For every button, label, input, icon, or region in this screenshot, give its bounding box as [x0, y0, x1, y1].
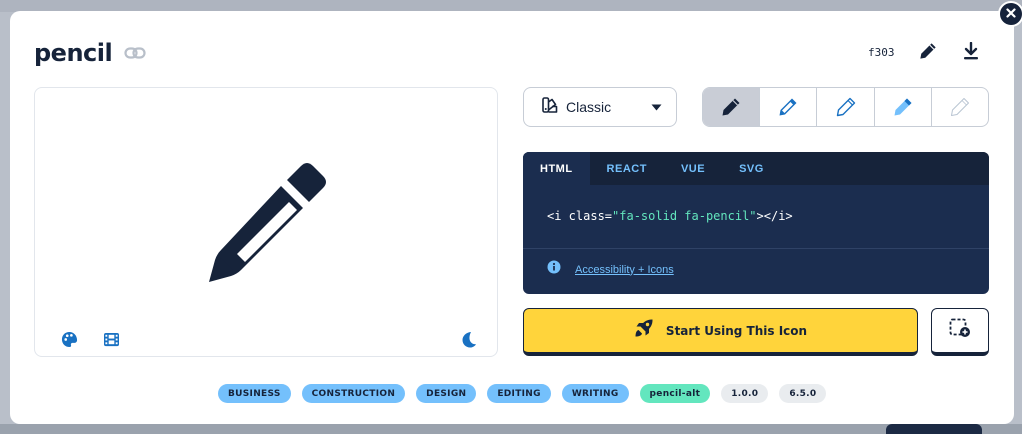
swatchbook-icon [542, 96, 558, 118]
style-variant-toggle [702, 87, 989, 127]
rocket-icon [634, 318, 654, 343]
tab-vue[interactable]: VUE [664, 152, 722, 185]
tab-react[interactable]: REACT [590, 152, 664, 185]
category-tag[interactable]: BUSINESS [218, 384, 291, 403]
background-page-footer [0, 424, 1022, 434]
tab-svg[interactable]: SVG [722, 152, 781, 185]
pencil-edit-icon[interactable] [918, 41, 938, 61]
alias-tag[interactable]: pencil-alt [639, 384, 711, 403]
start-using-button[interactable]: Start Using This Icon [523, 308, 918, 356]
title-row: pencil [34, 39, 148, 67]
version-tag: 1.0.0 [721, 384, 769, 403]
accessibility-row: Accessibility + Icons [547, 260, 674, 279]
code-tag-close: ></i> [756, 209, 793, 223]
link-icon[interactable] [124, 41, 148, 65]
style-dropdown[interactable]: Classic [523, 87, 677, 127]
code-divider [523, 248, 989, 249]
unicode-value[interactable]: f303 [868, 46, 895, 59]
code-class-string: "fa-solid fa-pencil" [612, 209, 757, 223]
close-icon [1006, 5, 1016, 23]
code-snippet[interactable]: <i class="fa-solid fa-pencil"></i> [547, 209, 793, 223]
add-to-kit-icon [949, 318, 971, 343]
code-snippet-panel: HTML REACT VUE SVG <i class="fa-solid fa… [523, 152, 989, 294]
variant-regular[interactable] [760, 88, 818, 126]
download-icon[interactable] [961, 41, 981, 61]
variant-duotone[interactable] [875, 88, 932, 126]
variant-solid[interactable] [703, 88, 761, 126]
category-tag[interactable]: WRITING [561, 384, 629, 403]
code-tabs: HTML REACT VUE SVG [523, 152, 989, 185]
code-tag-open: <i class= [547, 209, 613, 223]
style-dropdown-label: Classic [566, 99, 612, 115]
caret-down-icon [651, 98, 662, 116]
tab-html[interactable]: HTML [523, 152, 590, 185]
film-icon[interactable] [102, 330, 120, 348]
tag-list: BUSINESS CONSTRUCTION DESIGN EDITING WRI… [218, 384, 827, 403]
palette-icon[interactable] [60, 330, 78, 348]
pencil-icon [209, 163, 326, 282]
icon-title: pencil [34, 39, 113, 67]
add-to-kit-button[interactable] [931, 308, 989, 356]
category-tag[interactable]: EDITING [487, 384, 551, 403]
category-tag[interactable]: DESIGN [416, 384, 477, 403]
close-button[interactable] [998, 1, 1022, 27]
variant-thin[interactable] [932, 88, 988, 126]
moon-icon[interactable] [460, 330, 478, 348]
icon-detail-modal: pencil f303 Classic HTML REACT VUE SVG <… [10, 11, 1014, 424]
info-icon [547, 260, 561, 279]
version-tag: 6.5.0 [779, 384, 827, 403]
category-tag[interactable]: CONSTRUCTION [301, 384, 406, 403]
variant-light[interactable] [817, 88, 875, 126]
background-button [886, 424, 982, 434]
start-using-label: Start Using This Icon [665, 323, 808, 338]
accessibility-link[interactable]: Accessibility + Icons [575, 264, 674, 276]
icon-preview-panel [34, 87, 498, 357]
